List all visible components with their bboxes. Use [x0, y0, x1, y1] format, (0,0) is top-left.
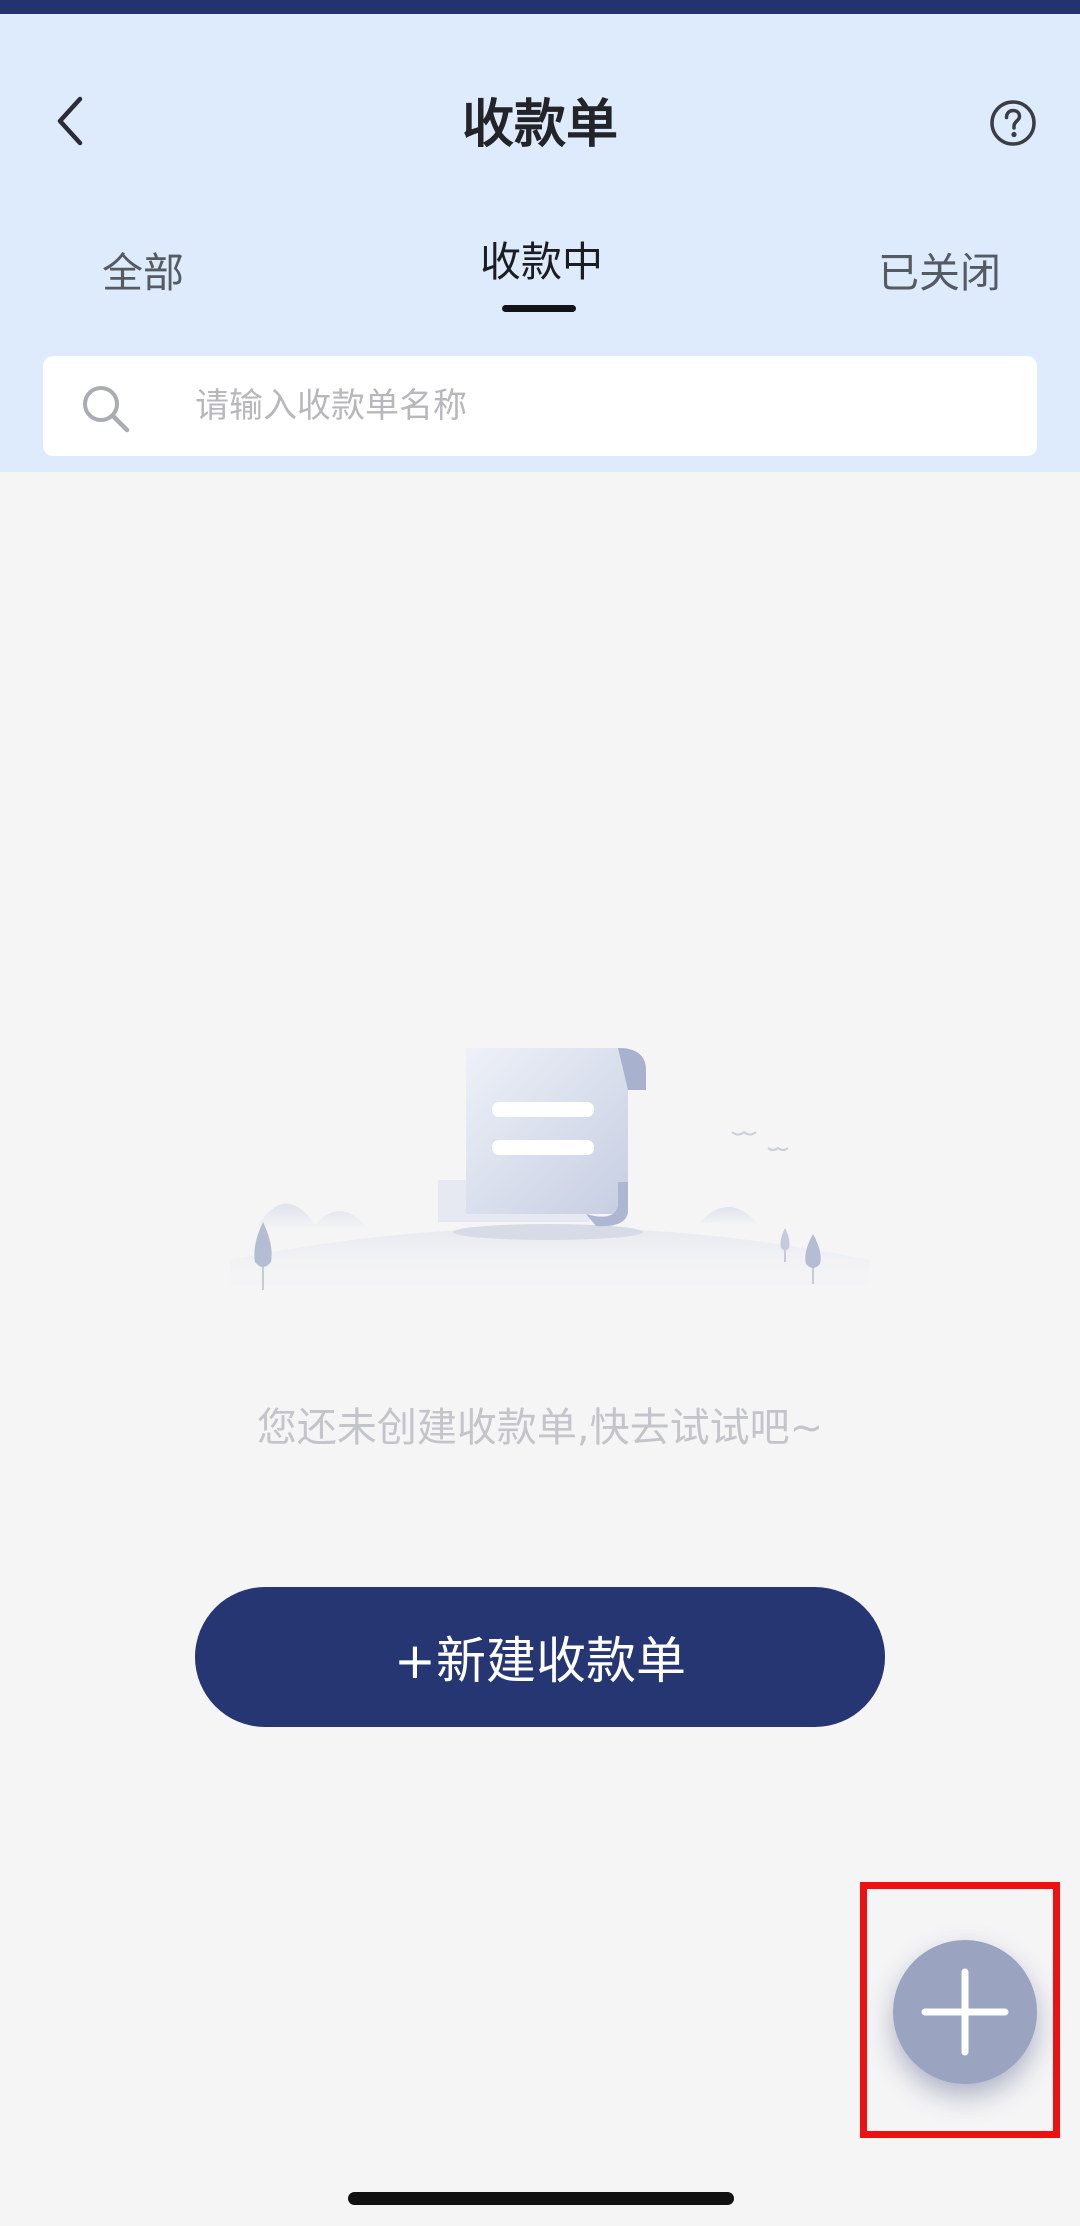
tab-closed[interactable]: 已关闭	[878, 243, 1001, 303]
header-area: 收款单 全部 收款中 已关闭 请输入收款单名称	[0, 14, 1080, 472]
help-button[interactable]	[988, 98, 1038, 148]
search-input[interactable]: 请输入收款单名称	[43, 356, 1037, 456]
new-receipt-button[interactable]: +新建收款单	[195, 1587, 885, 1727]
question-circle-icon	[990, 100, 1036, 146]
active-tab-indicator	[502, 305, 576, 312]
plus-icon	[921, 1968, 1009, 2056]
empty-state-message: 您还未创建收款单,快去试试吧~	[256, 1405, 824, 1451]
search-placeholder: 请输入收款单名称	[195, 386, 467, 426]
add-fab-button[interactable]	[893, 1940, 1037, 2084]
app-screen: 收款单 全部 收款中 已关闭 请输入收款单名称 您还未创建收款单,快去试试吧~ …	[0, 0, 1080, 2226]
document-scroll-illustration	[230, 1048, 870, 1300]
page-title: 收款单	[461, 95, 618, 155]
tab-collecting[interactable]: 收款中	[480, 232, 603, 292]
status-bar-strip	[0, 0, 1080, 14]
tab-all[interactable]: 全部	[102, 243, 184, 303]
home-indicator	[348, 2192, 734, 2205]
search-icon	[83, 386, 130, 433]
